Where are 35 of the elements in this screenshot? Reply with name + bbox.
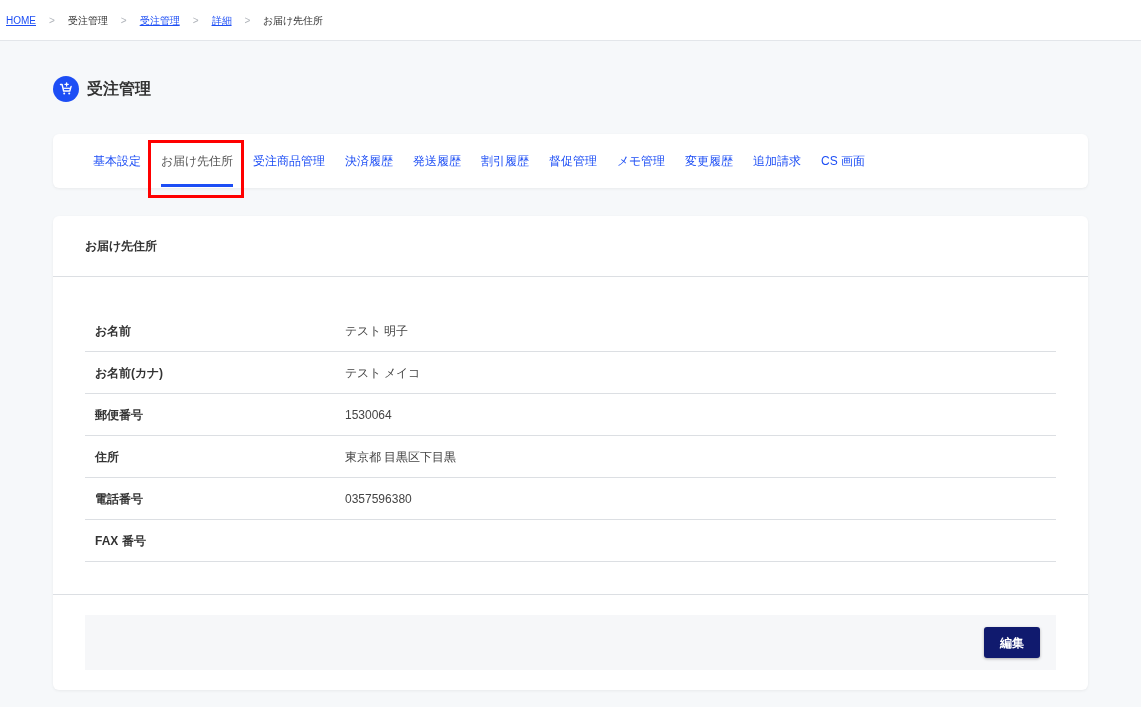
tab[interactable]: CS 画面 <box>821 134 865 187</box>
tab[interactable]: 基本設定 <box>93 134 141 187</box>
field-label: 郵便番号 <box>94 406 143 424</box>
field-value: 東京都 目黒区下目黒 <box>345 448 457 466</box>
field-label: 電話番号 <box>94 490 143 508</box>
breadcrumb-link[interactable]: HOME <box>6 12 36 28</box>
tab[interactable]: お届け先住所 <box>161 134 233 187</box>
breadcrumb-current: 受注管理 <box>67 13 108 28</box>
tab[interactable]: 発送履歴 <box>413 134 461 187</box>
tab[interactable]: 督促管理 <box>549 134 597 187</box>
field-value: 1530064 <box>345 406 392 424</box>
page-title: 受注管理 <box>87 79 151 99</box>
tab[interactable]: 受注商品管理 <box>253 134 325 187</box>
tab[interactable]: 決済履歴 <box>345 134 393 187</box>
tab[interactable]: 変更履歴 <box>685 134 733 187</box>
field-label: 住所 <box>93 448 119 466</box>
breadcrumb-separator: > <box>244 13 251 28</box>
field-label: お名前 <box>94 322 131 340</box>
cart-icon <box>53 76 79 102</box>
breadcrumb-separator: > <box>49 13 55 28</box>
field-label: お名前(カナ) <box>94 364 163 382</box>
field-label: FAX 番号 <box>94 532 146 550</box>
field-value: テスト メイコ <box>345 364 421 382</box>
field-value: テスト 明子 <box>345 322 409 340</box>
tab[interactable]: メモ管理 <box>617 134 665 187</box>
tab[interactable]: 追加請求 <box>753 134 801 187</box>
edit-button[interactable]: 編集 <box>984 627 1040 658</box>
breadcrumb-current: お届け先住所 <box>263 13 324 28</box>
panel-title: お届け先住所 <box>85 238 157 255</box>
breadcrumb-link[interactable]: 詳細 <box>211 12 232 28</box>
breadcrumb-link[interactable]: 受注管理 <box>139 12 180 28</box>
breadcrumb-separator: > <box>192 13 199 28</box>
field-value: 0357596380 <box>345 490 412 508</box>
breadcrumb-separator: > <box>120 13 127 28</box>
tab[interactable]: 割引履歴 <box>481 134 529 187</box>
